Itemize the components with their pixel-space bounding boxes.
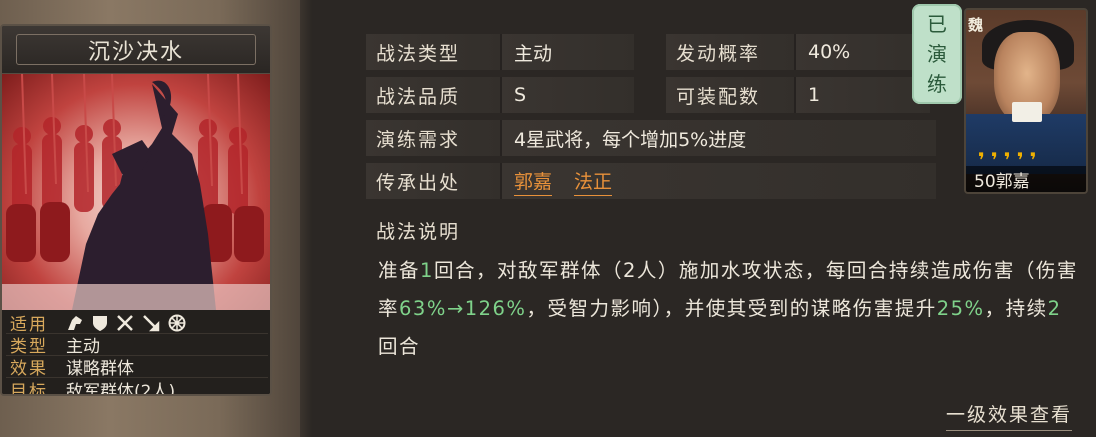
prop-row-effect: 效果 谋略群体 <box>6 356 268 379</box>
kingdom-label: 魏 <box>968 16 984 34</box>
unit-type-icons <box>66 314 186 332</box>
info-row-source: 传承出处 郭嘉 法正 <box>366 163 936 199</box>
value-cell: 郭嘉 法正 <box>502 163 936 199</box>
card-title-bar: 沉沙决水 <box>2 26 270 74</box>
info-label: 发动概率 <box>676 42 761 65</box>
stamp-char: 练 <box>927 72 947 96</box>
info-row-rate: 发动概率 40% <box>666 34 930 70</box>
desc-highlight: 63%→126% <box>399 297 527 320</box>
info-row-training: 演练需求 4星武将，每个增加5%进度 <box>366 120 936 156</box>
spear-icon <box>143 314 160 331</box>
desc-highlight: 2 <box>1047 297 1062 320</box>
wheel-icon <box>168 314 186 331</box>
info-label: 可装配数 <box>676 85 761 108</box>
label-cell: 发动概率 <box>666 34 794 70</box>
desc-text: ，持续 <box>984 297 1048 320</box>
info-label: 战法品质 <box>376 85 461 108</box>
source-general-link-fazheng[interactable]: 法正 <box>574 167 613 196</box>
prop-value: 谋略群体 <box>66 359 134 379</box>
info-row-equip: 可装配数 1 <box>666 77 930 113</box>
info-value: 4星武将，每个增加5%进度 <box>514 128 747 151</box>
stamp-char: 演 <box>927 42 947 66</box>
tactic-card: 沉沙决水 适用 类型 主动 效果 谋略群体 目标 敌军群体(2人) <box>0 24 272 396</box>
info-label: 演练需求 <box>376 128 461 151</box>
info-label: 传承出处 <box>376 171 461 194</box>
description-title: 战法说明 <box>376 221 461 243</box>
tactic-name: 沉沙决水 <box>87 39 184 65</box>
level-one-effect-button[interactable]: 一级效果查看 <box>945 400 1072 431</box>
desc-text: 回合 <box>378 335 421 358</box>
info-row-type: 战法类型 主动 <box>366 34 634 70</box>
info-value: S <box>514 84 527 106</box>
source-general-link-guojia[interactable]: 郭嘉 <box>514 167 553 196</box>
value-cell: 40% <box>796 34 930 70</box>
general-portrait[interactable]: 魏 ❜ ❜ ❜ ❜ ❜ 50郭嘉 <box>964 8 1088 194</box>
prop-row-applicable: 适用 <box>6 312 268 335</box>
prop-key: 目标 <box>10 381 48 396</box>
desc-highlight: 1 <box>420 259 434 282</box>
desc-text: ，受智力影响），并使其受到的谋略伤害提升 <box>526 297 937 320</box>
stamp-char: 已 <box>927 12 947 36</box>
tactic-description: 准备1回合，对敌军群体（2人）施加水攻状态，每回合持续造成伤害（伤害率63%→1… <box>378 252 1078 366</box>
info-value: 40% <box>808 41 851 63</box>
prop-key: 效果 <box>10 359 48 379</box>
prop-row-type: 类型 主动 <box>6 334 268 357</box>
prop-row-target: 目标 敌军群体(2人) <box>6 378 268 396</box>
info-value: 主动 <box>514 42 553 65</box>
general-level-name: 50郭嘉 <box>966 166 1086 192</box>
bow-icon <box>117 314 133 331</box>
badge-icon <box>1012 102 1042 122</box>
label-cell: 可装配数 <box>666 77 794 113</box>
info-label: 战法类型 <box>376 42 461 65</box>
tactic-artwork <box>2 73 270 310</box>
label-cell: 传承出处 <box>366 163 500 199</box>
tactic-art-illustration <box>2 73 270 310</box>
label-cell: 战法品质 <box>366 77 500 113</box>
desc-highlight: 25% <box>936 297 985 320</box>
desc-text: 准备 <box>378 259 421 282</box>
shield-icon <box>93 315 107 331</box>
value-cell: 4星武将，每个增加5%进度 <box>502 120 936 156</box>
label-cell: 战法类型 <box>366 34 500 70</box>
prop-value: 敌军群体(2人) <box>66 381 176 396</box>
info-row-quality: 战法品质 S <box>366 77 634 113</box>
value-cell: S <box>502 77 634 113</box>
card-properties: 适用 类型 主动 效果 谋略群体 目标 敌军群体(2人) <box>2 310 270 396</box>
learned-stamp: 已 演 练 <box>912 4 962 104</box>
cavalry-icon <box>68 315 82 330</box>
value-cell: 主动 <box>502 34 634 70</box>
value-cell: 1 <box>796 77 930 113</box>
label-cell: 演练需求 <box>366 120 500 156</box>
info-value: 1 <box>808 84 821 106</box>
